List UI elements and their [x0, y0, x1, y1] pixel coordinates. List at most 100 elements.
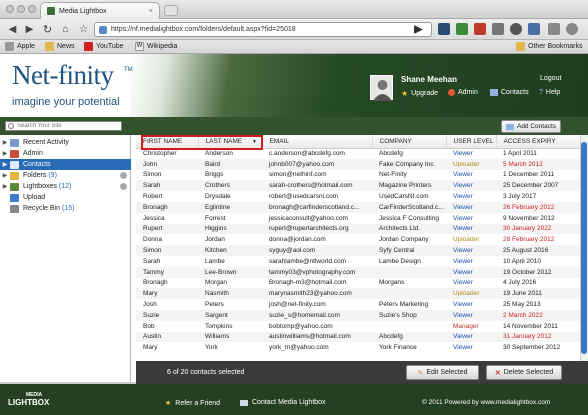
page-menu-icon[interactable]	[548, 23, 560, 35]
refer-friend-link[interactable]: ★ Refer a Friend	[165, 399, 221, 408]
table-row[interactable]: Rupert Higgins rupert@rupertarchitects.org…	[136, 223, 580, 235]
star-icon: ★	[165, 400, 172, 407]
sidebar-item-contacts[interactable]: ▶ Contacts	[0, 159, 131, 170]
table-row[interactable]: Robert Drysdale robert@usedcarsni.com UsedC…	[136, 191, 580, 202]
extension-icon-sun[interactable]	[510, 23, 522, 35]
expand-arrow-icon[interactable]: ▶	[0, 161, 10, 168]
gear-icon[interactable]	[120, 183, 127, 190]
table-row[interactable]: Sarah Crothers sarah-crothers@hotmail.com M…	[136, 180, 580, 192]
column-header-user-level[interactable]: USER LEVEL	[446, 135, 497, 149]
expand-arrow-icon[interactable]: ▶	[0, 172, 10, 179]
cell-last-name: Forrest	[205, 214, 226, 222]
cell-first-name: John	[136, 158, 198, 170]
bookmark-wikipedia[interactable]: W Wikipedia	[135, 42, 177, 51]
window-close-button[interactable]	[6, 5, 14, 13]
admin-link[interactable]: Admin	[448, 89, 478, 96]
browser-tab[interactable]: Media Lightbox ×	[40, 2, 160, 19]
table-row[interactable]: Bob Tompkins bobtomp@yahoo.com Manager 14 No…	[136, 321, 580, 332]
expand-arrow-icon[interactable]: ▶	[0, 150, 10, 157]
expand-arrow-icon[interactable]: ▶	[0, 183, 10, 190]
table-row[interactable]: Jessica Forrest jessicaconsult@yahoo.com Je…	[136, 213, 580, 224]
contact-lightbox-link[interactable]: Contact Media Lightbox	[240, 399, 326, 406]
bookmark-star-icon[interactable]: ☆	[76, 22, 91, 37]
column-header-access-expiry[interactable]: ACCESS EXPIRY	[496, 135, 580, 149]
table-row[interactable]: Donna Jordan donna@jordan.com Jordan Compan…	[136, 234, 580, 245]
sidebar-item-recent-activity[interactable]: ▶ Recent Activity	[0, 137, 131, 148]
cell-user-level: Uploader	[446, 288, 496, 300]
cell-email: Bronagh-m3@hotmail.com	[269, 279, 347, 287]
sidebar-item-lightboxes[interactable]: ▶ Lightboxes (12)	[0, 181, 131, 192]
table-row[interactable]: Simon Kitchen syguy@aol.com Syfy Central Vie…	[136, 245, 580, 256]
other-bookmarks[interactable]: Other Bookmarks	[516, 42, 582, 51]
table-scrollbar-thumb[interactable]	[581, 142, 587, 354]
header-green-band	[130, 54, 588, 117]
delete-selected-button[interactable]: ✕ Delete Selected	[486, 365, 562, 380]
url-input[interactable]: https://nf.medialightbox.com/folders/def…	[94, 22, 432, 37]
cell-first-name: Sarah	[136, 180, 198, 192]
expand-arrow-icon[interactable]: ▶	[0, 139, 10, 146]
sidebar-item-label: Lightboxes	[23, 183, 57, 190]
reader-extension-icon[interactable]	[438, 23, 450, 35]
extension-icon-red[interactable]	[474, 23, 486, 35]
bookmark-youtube[interactable]: YouTube	[84, 42, 124, 51]
brand-logo[interactable]: Net-finity	[12, 60, 114, 91]
cell-access-expiry: 31 January 2012	[496, 331, 580, 343]
help-link[interactable]: ? Help	[539, 89, 560, 96]
gmail-extension-icon[interactable]	[456, 23, 468, 35]
cell-last-name: Morgan	[205, 279, 228, 287]
settings-wrench-icon[interactable]	[566, 23, 578, 35]
reload-icon[interactable]: ↻	[40, 22, 55, 37]
column-header-email[interactable]: EMAIL	[262, 135, 373, 149]
cell-access-expiry: 10 April 2010	[503, 257, 541, 265]
search-input[interactable]	[5, 121, 122, 131]
bookmark-apple[interactable]: Apple	[5, 42, 35, 51]
recycle-bin-icon	[10, 204, 19, 213]
cell-company: Magazine Printers	[372, 180, 446, 192]
table-row[interactable]: Tammy Lee-Brown tammy03@vphotography.com Vi…	[136, 266, 580, 278]
sidebar-item-recycle-bin[interactable]: Recycle Bin (15)	[0, 203, 131, 214]
extension-icon-blue[interactable]	[528, 23, 540, 35]
cell-user-level: Viewer	[446, 309, 496, 321]
cell-email: tammy03@vphotography.com	[262, 266, 372, 278]
bookmark-news[interactable]: News	[45, 42, 75, 51]
cell-email: syguy@aol.com	[262, 245, 372, 256]
window-zoom-button[interactable]	[28, 5, 36, 13]
home-icon[interactable]: ⌂	[58, 22, 73, 37]
table-row[interactable]: Mary Nasmith marynasmith23@yahoo.com Upload…	[136, 288, 580, 300]
column-header-company[interactable]: COMPANY	[372, 135, 447, 149]
forward-icon[interactable]: ▶	[22, 22, 37, 37]
activity-icon	[10, 138, 19, 147]
add-contacts-button[interactable]: Add Contacts	[501, 120, 561, 133]
avatar[interactable]	[370, 75, 393, 101]
contacts-link[interactable]: Contacts	[490, 89, 529, 96]
table-row[interactable]: John Baird johnb007@yahoo.com Fake Company …	[136, 158, 580, 170]
sidebar-item-folders[interactable]: ▶ Folders (9)	[0, 170, 131, 181]
table-row[interactable]: Sarah Lambe sarahlambe@ntlworld.com Lambe D…	[136, 256, 580, 267]
logout-link[interactable]: Logout	[540, 75, 561, 82]
cell-email: sarah-crothers@hotmail.com	[262, 180, 372, 192]
edit-selected-button[interactable]: ✎ Edit Selected	[406, 365, 479, 380]
back-icon[interactable]: ◀	[5, 22, 20, 37]
tab-close-icon[interactable]: ×	[149, 8, 153, 15]
gear-icon[interactable]	[120, 172, 127, 179]
refer-friend-label: Refer a Friend	[175, 399, 221, 407]
table-row[interactable]: Suzie Sargent suzie_s@homemail.com Suzie's …	[136, 309, 580, 321]
cell-first-name: Mary	[136, 288, 198, 300]
cell-company: Syfy Central	[372, 245, 446, 256]
table-row[interactable]: Josh Peters josh@net-finity.com Peters Mark…	[136, 299, 580, 310]
table-row[interactable]: Bronagh Eglintine bronagh@carfinderscotlan…	[136, 201, 580, 213]
extension-icon-gray[interactable]	[492, 23, 504, 35]
copyright-text: © 2011 Powered by www.medialightbox.com	[422, 399, 551, 406]
cell-access-expiry: 4 July 2016	[503, 279, 537, 287]
table-row[interactable]: Bronagh Morgan Bronagh-m3@hotmail.com Morga…	[136, 278, 580, 289]
window-minimize-button[interactable]	[17, 5, 25, 13]
upload-icon	[10, 193, 19, 202]
table-row[interactable]: Mary York york_m@yahoo.com York Finance View…	[136, 342, 580, 353]
upgrade-link[interactable]: ★ Upgrade	[401, 89, 438, 98]
sidebar-item-admin[interactable]: ▶ Admin	[0, 148, 131, 159]
new-tab-button[interactable]	[164, 5, 178, 16]
footer-logo[interactable]: MEDIA LIGHTBOX	[8, 392, 49, 407]
sidebar-item-upload[interactable]: Upload	[0, 192, 131, 203]
table-row[interactable]: Austin Williams austinwilliams@hotmail.com…	[136, 331, 580, 343]
table-row[interactable]: Simon Briggs simon@nethinf.com Net-Finity Vi…	[136, 170, 580, 181]
